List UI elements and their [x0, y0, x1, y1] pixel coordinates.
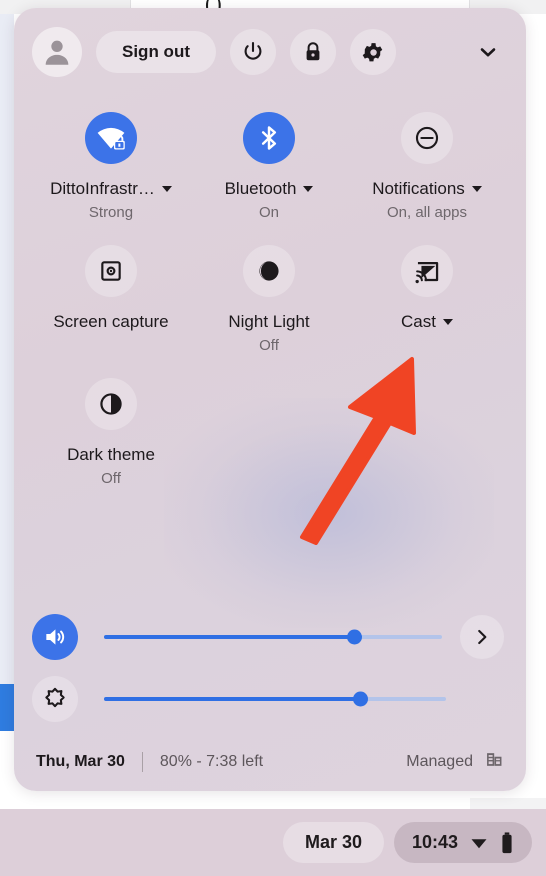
sign-out-label: Sign out — [122, 42, 190, 61]
tile-screen-capture-label-row: Screen capture — [53, 311, 168, 333]
tile-night-light-icon-bg — [243, 245, 295, 297]
chevron-down-icon[interactable] — [471, 186, 482, 192]
tile-dark-theme-sublabel: Off — [101, 470, 121, 487]
tile-cast-label-row: Cast — [401, 311, 453, 333]
sign-out-button[interactable]: Sign out — [96, 31, 216, 73]
settings-button[interactable] — [349, 29, 396, 75]
tile-night-light-sublabel: Off — [259, 337, 279, 354]
tile-network[interactable]: DittoInfrastr… Strong — [32, 100, 190, 233]
lock-button[interactable] — [289, 29, 336, 75]
tile-dark-theme-label: Dark theme — [67, 445, 155, 464]
wifi-locked-icon — [97, 127, 125, 150]
tile-network-label: DittoInfrastr… — [50, 179, 155, 198]
cast-icon — [414, 261, 438, 283]
shelf-time-label: 10:43 — [411, 832, 458, 852]
chevron-right-icon — [478, 629, 487, 645]
power-button[interactable] — [229, 29, 276, 75]
tile-bluetooth-sublabel: On — [258, 204, 279, 221]
tile-dark-theme-icon-bg — [85, 378, 137, 430]
managed-indicator[interactable]: Managed — [406, 750, 504, 774]
tile-night-light-label: Night Light — [228, 312, 310, 331]
footer-battery-status: 80% - 7:38 left — [159, 753, 264, 770]
chevron-down-icon[interactable] — [161, 186, 172, 192]
bluetooth-icon — [261, 126, 277, 150]
volume-up-icon — [46, 629, 65, 645]
screen: (), . Mar 30 10:43 — [0, 0, 546, 876]
brightness-slider[interactable] — [104, 691, 446, 707]
screen-capture-icon — [101, 261, 121, 281]
power-icon — [244, 41, 262, 60]
lock-icon — [306, 42, 320, 61]
tile-bluetooth-icon-bg — [243, 112, 295, 164]
brightness-slider-thumb[interactable] — [353, 691, 368, 707]
tile-cast-icon-bg — [401, 245, 453, 297]
tile-network-label-row: DittoInfrastr… — [50, 178, 172, 200]
tile-notifications[interactable]: Notifications On, all apps — [348, 100, 506, 233]
volume-toggle-button[interactable] — [32, 614, 78, 660]
tile-notifications-label: Notifications — [372, 179, 465, 198]
gear-icon — [363, 42, 383, 61]
quick-settings-header: Sign out — [14, 8, 526, 96]
shelf-date-label: Mar 30 — [304, 832, 362, 852]
battery-icon — [500, 831, 514, 854]
user-avatar-icon — [45, 40, 69, 65]
shelf-status-area[interactable]: 10:43 — [393, 822, 532, 863]
enterprise-building-icon — [485, 750, 504, 774]
tile-bluetooth[interactable]: Bluetooth On — [190, 100, 348, 233]
feature-tile-grid: DittoInfrastr… Strong Bluetooth On Notif… — [32, 100, 508, 499]
quick-settings-panel: Sign out DittoInfrastr… Strong Bluetooth… — [14, 8, 526, 791]
volume-slider[interactable] — [104, 629, 442, 645]
tile-screen-capture[interactable]: Screen capture — [32, 233, 190, 366]
managed-label: Managed — [406, 753, 473, 770]
slider-area — [32, 606, 508, 730]
chevron-down-icon[interactable] — [303, 186, 314, 192]
background-blue-chip — [0, 684, 14, 731]
chevron-down-icon[interactable] — [442, 319, 453, 325]
volume-slider-thumb[interactable] — [346, 629, 362, 645]
tile-notifications-sublabel: On, all apps — [386, 204, 468, 221]
volume-slider-fill — [104, 635, 355, 639]
tile-notifications-label-row: Notifications — [372, 178, 482, 200]
shelf-date-button[interactable]: Mar 30 — [282, 822, 384, 863]
tile-night-light-label-row: Night Light — [228, 311, 309, 333]
brightness-slider-fill — [104, 697, 361, 701]
tile-network-sublabel: Strong — [88, 204, 134, 221]
background-grey-strip — [470, 798, 546, 809]
shelf: Mar 30 10:43 — [0, 809, 546, 876]
tile-cast[interactable]: Cast — [348, 233, 506, 366]
footer-divider — [141, 752, 143, 772]
brightness-slider-row — [32, 668, 508, 730]
tile-night-light[interactable]: Night Light Off — [190, 233, 348, 366]
background-left-pane — [0, 14, 14, 694]
brightness-icon — [45, 687, 65, 708]
tile-network-icon-bg — [85, 112, 137, 164]
tile-notifications-icon-bg — [401, 112, 453, 164]
tile-dark-theme-label-row: Dark theme — [67, 444, 155, 466]
wifi-icon — [468, 834, 490, 852]
footer-date: Thu, Mar 30 — [36, 753, 125, 770]
tile-bluetooth-label: Bluetooth — [224, 179, 297, 198]
tile-screen-capture-icon-bg — [85, 245, 137, 297]
quick-settings-footer: Thu, Mar 30 80% - 7:38 left Managed — [14, 733, 526, 791]
brightness-icon-button[interactable] — [32, 676, 78, 722]
night-light-icon — [259, 261, 279, 281]
do-not-disturb-icon — [415, 126, 439, 150]
tile-screen-capture-label: Screen capture — [53, 312, 169, 331]
dark-theme-icon — [100, 393, 122, 415]
tile-cast-label: Cast — [401, 312, 436, 331]
tile-bluetooth-label-row: Bluetooth — [225, 178, 314, 200]
avatar[interactable] — [32, 27, 82, 77]
collapse-button[interactable] — [466, 30, 510, 74]
volume-slider-row — [32, 606, 508, 668]
chevron-down-icon — [480, 48, 496, 57]
audio-detail-button[interactable] — [460, 615, 504, 659]
tile-dark-theme[interactable]: Dark theme Off — [32, 366, 190, 499]
